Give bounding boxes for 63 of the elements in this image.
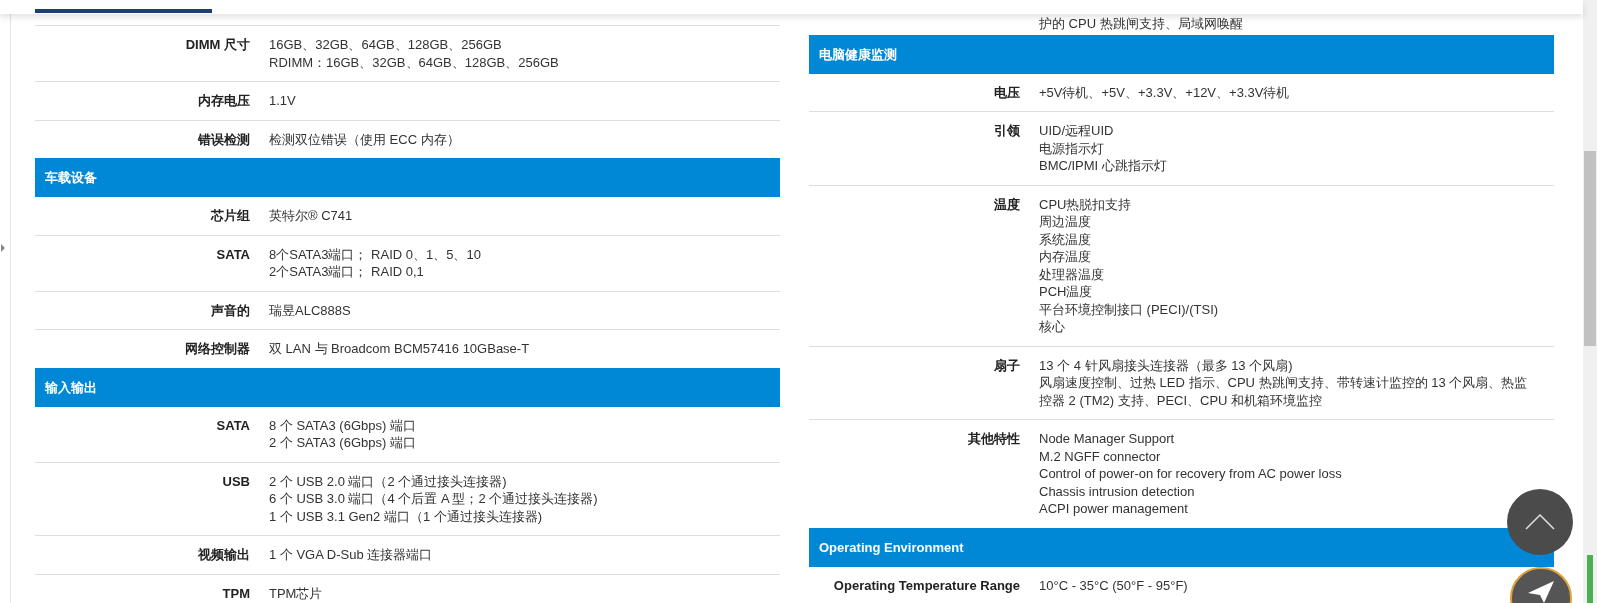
spec-label: 引领 [994, 123, 1020, 138]
spec-label: 视频输出 [198, 547, 250, 562]
spec-value: Node Manager Support [1039, 430, 1176, 448]
spec-label: USB [222, 473, 250, 489]
spec-value: 8 个 SATA3 (6Gbps) 端口 [269, 416, 417, 434]
spec-value: 处理器温度 [1039, 265, 1105, 283]
spec-value: 英特尔® C741 [269, 207, 354, 225]
spec-label: TPM [222, 585, 250, 601]
section-heading: Operating Environment [809, 527, 1554, 567]
spec-value: 内存温度 [1039, 248, 1092, 266]
spec-value: 16GB、32GB、64GB、128GB、256GB [269, 36, 503, 54]
spec-value: 核心 [1039, 318, 1066, 336]
spec-value: 系统温度 [1039, 230, 1092, 248]
spec-value: 检测双位错误（使用 ECC 内存） [269, 130, 461, 148]
chevron-up-icon [1525, 514, 1555, 530]
spec-label: 内存电压 [198, 93, 250, 108]
section-heading: 输入输出 [35, 367, 780, 407]
paper-plane-icon [1528, 581, 1554, 603]
expand-arrow-icon[interactable] [1, 244, 5, 252]
spec-label: 错误检测 [198, 131, 250, 147]
section-heading: 车载设备 [35, 158, 780, 197]
spec-value: UID/远程UID [1039, 122, 1115, 140]
spec-value: 护的 CPU 热跳闸支持、局域网唤醒 [1039, 15, 1244, 33]
spec-value: BMC/IPMI 心跳指示灯 [1039, 157, 1168, 175]
spec-label: 网络控制器 [185, 341, 250, 356]
spec-value: +5V待机、+5V、+3.3V、+12V、+3.3V待机 [1039, 83, 1291, 101]
spec-value: 瑞昱ALC888S [269, 301, 352, 319]
spec-value: 风扇速度控制、过热 LED 指示、CPU 热跳闸支持、带转速计监控的 13 个风扇、热监控器 2 (TM2) 支持、PECI、CPU 和机箱环境监控 [1039, 374, 1529, 409]
spec-value: M.2 NGFF connector [1039, 447, 1162, 465]
spec-value: Chassis intrusion detection [1039, 482, 1196, 500]
spec-label: SATA [216, 417, 250, 433]
spec-value: 平台环境控制接口 (PECI)/(TSI) [1039, 300, 1220, 318]
spec-value: 1.1V [269, 92, 297, 110]
spec-value: 2 个 SATA3 (6Gbps) 端口 [269, 434, 417, 452]
spec-label: 芯片组 [211, 208, 250, 223]
spec-value: 周边温度 [1039, 213, 1092, 231]
spec-value: 电源指示灯 [1039, 139, 1105, 157]
spec-label: 温度 [994, 196, 1020, 212]
spec-value: ACPI power management [1039, 500, 1189, 518]
section-heading: 电脑健康监测 [809, 34, 1554, 74]
scrollbar-thumb[interactable] [1584, 151, 1596, 346]
spec-label: 电压 [994, 84, 1020, 100]
spec-label: 声音的 [211, 302, 250, 318]
spec-value: Control of power-on for recovery from AC power loss [1039, 465, 1343, 483]
spec-label: 其他特性 [968, 431, 1020, 446]
spec-value: 2 个 USB 2.0 端口（2 个通过接头连接器) [269, 472, 508, 490]
spec-value: 双 LAN 与 Broadcom BCM57416 10GBase-T [269, 340, 531, 358]
spec-label: SATA [216, 246, 250, 262]
spec-value: 13 个 4 针风扇接头连接器（最多 13 个风扇) [1039, 356, 1294, 374]
spec-value: CPU热脱扣支持 [1039, 195, 1133, 213]
spec-value: TPM芯片 [269, 584, 324, 602]
spec-value: 6 个 USB 3.0 端口（4 个后置 A 型；2 个通过接头连接器) [269, 490, 599, 508]
spec-value: 1 个 USB 3.1 Gen2 端口（1 个通过接头连接器) [269, 507, 544, 525]
spec-value: 2个SATA3端口； RAID 0,1 [269, 263, 425, 281]
spec-value: PCH温度 [1039, 283, 1094, 301]
spec-value: 1 个 VGA D-Sub 连接器端口 [269, 546, 434, 564]
spec-label: DIMM 尺寸 [185, 37, 250, 52]
spec-value: 10°C - 35°C (50°F - 95°F) [1039, 576, 1189, 594]
spec-label: Operating Temperature Range [833, 577, 1020, 593]
spec-value: 8个SATA3端口； RAID 0、1、5、10 [269, 245, 482, 263]
spec-label: 扇子 [994, 357, 1020, 373]
spec-value: RDIMM：16GB、32GB、64GB、128GB、256GB [269, 53, 560, 71]
scrollbar[interactable] [1583, 0, 1597, 603]
